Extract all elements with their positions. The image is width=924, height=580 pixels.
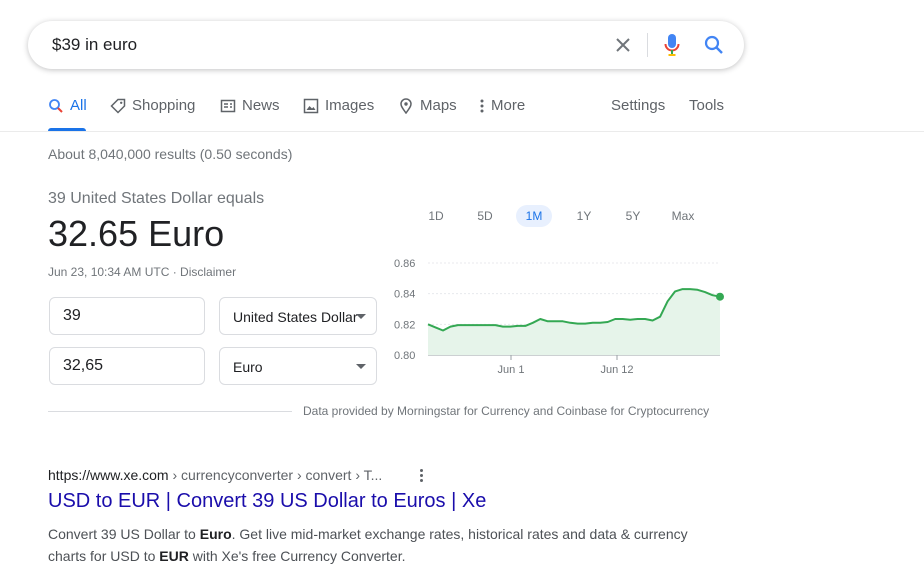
- chart-svg: 0.86 0.84 0.82 0.80 Jun 1 Jun 12: [394, 258, 724, 376]
- tab-label: All: [70, 97, 87, 114]
- tools-link[interactable]: Tools: [689, 97, 724, 114]
- range-5y-button[interactable]: 5Y: [617, 205, 649, 227]
- converter-result-value: 32.65 Euro: [48, 213, 225, 254]
- range-5d-button[interactable]: 5D: [469, 205, 501, 227]
- data-attribution: Data provided by Morningstar for Currenc…: [303, 404, 710, 418]
- tab-images[interactable]: Images: [303, 97, 374, 114]
- tab-shopping[interactable]: Shopping: [110, 97, 195, 114]
- more-vert-icon: [480, 99, 484, 112]
- converter-divider: [48, 411, 292, 412]
- result-snippet: Convert 39 US Dollar to Euro. Get live m…: [48, 526, 688, 564]
- chart-last-point: [716, 292, 724, 301]
- range-1m-button[interactable]: 1M: [516, 205, 552, 227]
- x-tick-label: Jun 12: [600, 364, 633, 376]
- y-tick-label: 0.80: [394, 350, 415, 362]
- tab-label: Maps: [420, 97, 457, 114]
- result-url-breadcrumbs: › currencyconverter › convert › T...: [168, 467, 383, 483]
- header-divider: [0, 131, 924, 132]
- range-1d-button[interactable]: 1D: [420, 205, 452, 227]
- tab-news[interactable]: News: [220, 97, 280, 114]
- from-amount-input[interactable]: 39: [49, 297, 205, 335]
- result-url[interactable]: https://www.xe.com › currencyconverter ›…: [48, 467, 382, 483]
- x-tick-label: Jun 1: [498, 364, 525, 376]
- to-amount-input[interactable]: 32,65: [49, 347, 205, 385]
- tab-label: Images: [325, 97, 375, 114]
- image-icon: [303, 98, 319, 113]
- tab-all[interactable]: All: [48, 97, 87, 114]
- result-stats: About 8,040,000 results (0.50 seconds): [48, 146, 293, 162]
- to-currency-label: Euro: [233, 359, 263, 375]
- range-max-button[interactable]: Max: [664, 205, 702, 227]
- from-currency-select[interactable]: United States Dollar: [219, 297, 377, 335]
- tab-label: More: [491, 97, 526, 114]
- clear-icon[interactable]: [611, 33, 635, 57]
- y-tick-label: 0.84: [394, 289, 415, 301]
- microphone-icon[interactable]: [660, 33, 684, 57]
- tag-icon: [110, 98, 126, 114]
- converter-equals-label: 39 United States Dollar equals: [48, 190, 265, 207]
- chevron-down-icon: [356, 364, 366, 369]
- news-icon: [220, 99, 236, 112]
- tab-maps[interactable]: Maps: [398, 97, 457, 114]
- from-currency-label: United States Dollar: [233, 309, 358, 325]
- chevron-down-icon: [356, 314, 366, 319]
- to-currency-select[interactable]: Euro: [219, 347, 377, 385]
- search-input[interactable]: $39 in euro: [52, 35, 137, 55]
- y-tick-label: 0.82: [394, 319, 415, 331]
- tab-label: News: [242, 97, 280, 114]
- search-icon: [49, 98, 63, 113]
- tab-more[interactable]: More: [479, 97, 525, 114]
- range-1y-button[interactable]: 1Y: [568, 205, 600, 227]
- search-bar[interactable]: $39 in euro: [28, 21, 744, 69]
- y-tick-label: 0.86: [394, 258, 415, 270]
- more-options-icon[interactable]: [414, 465, 428, 485]
- exchange-rate-chart: 0.86 0.84 0.82 0.80 Jun 1 Jun 12: [390, 250, 730, 380]
- tab-label: Shopping: [132, 97, 196, 114]
- map-pin-icon: [400, 97, 412, 114]
- result-title-link[interactable]: USD to EUR | Convert 39 US Dollar to Eur…: [48, 490, 486, 513]
- search-divider: [647, 33, 648, 57]
- converter-timestamp: Jun 23, 10:34 AM UTC · Disclaimer: [48, 265, 237, 279]
- settings-link[interactable]: Settings: [611, 97, 665, 114]
- search-icon[interactable]: [702, 33, 726, 57]
- result-url-domain: https://www.xe.com: [48, 467, 169, 483]
- chart-area-fill: [428, 289, 720, 355]
